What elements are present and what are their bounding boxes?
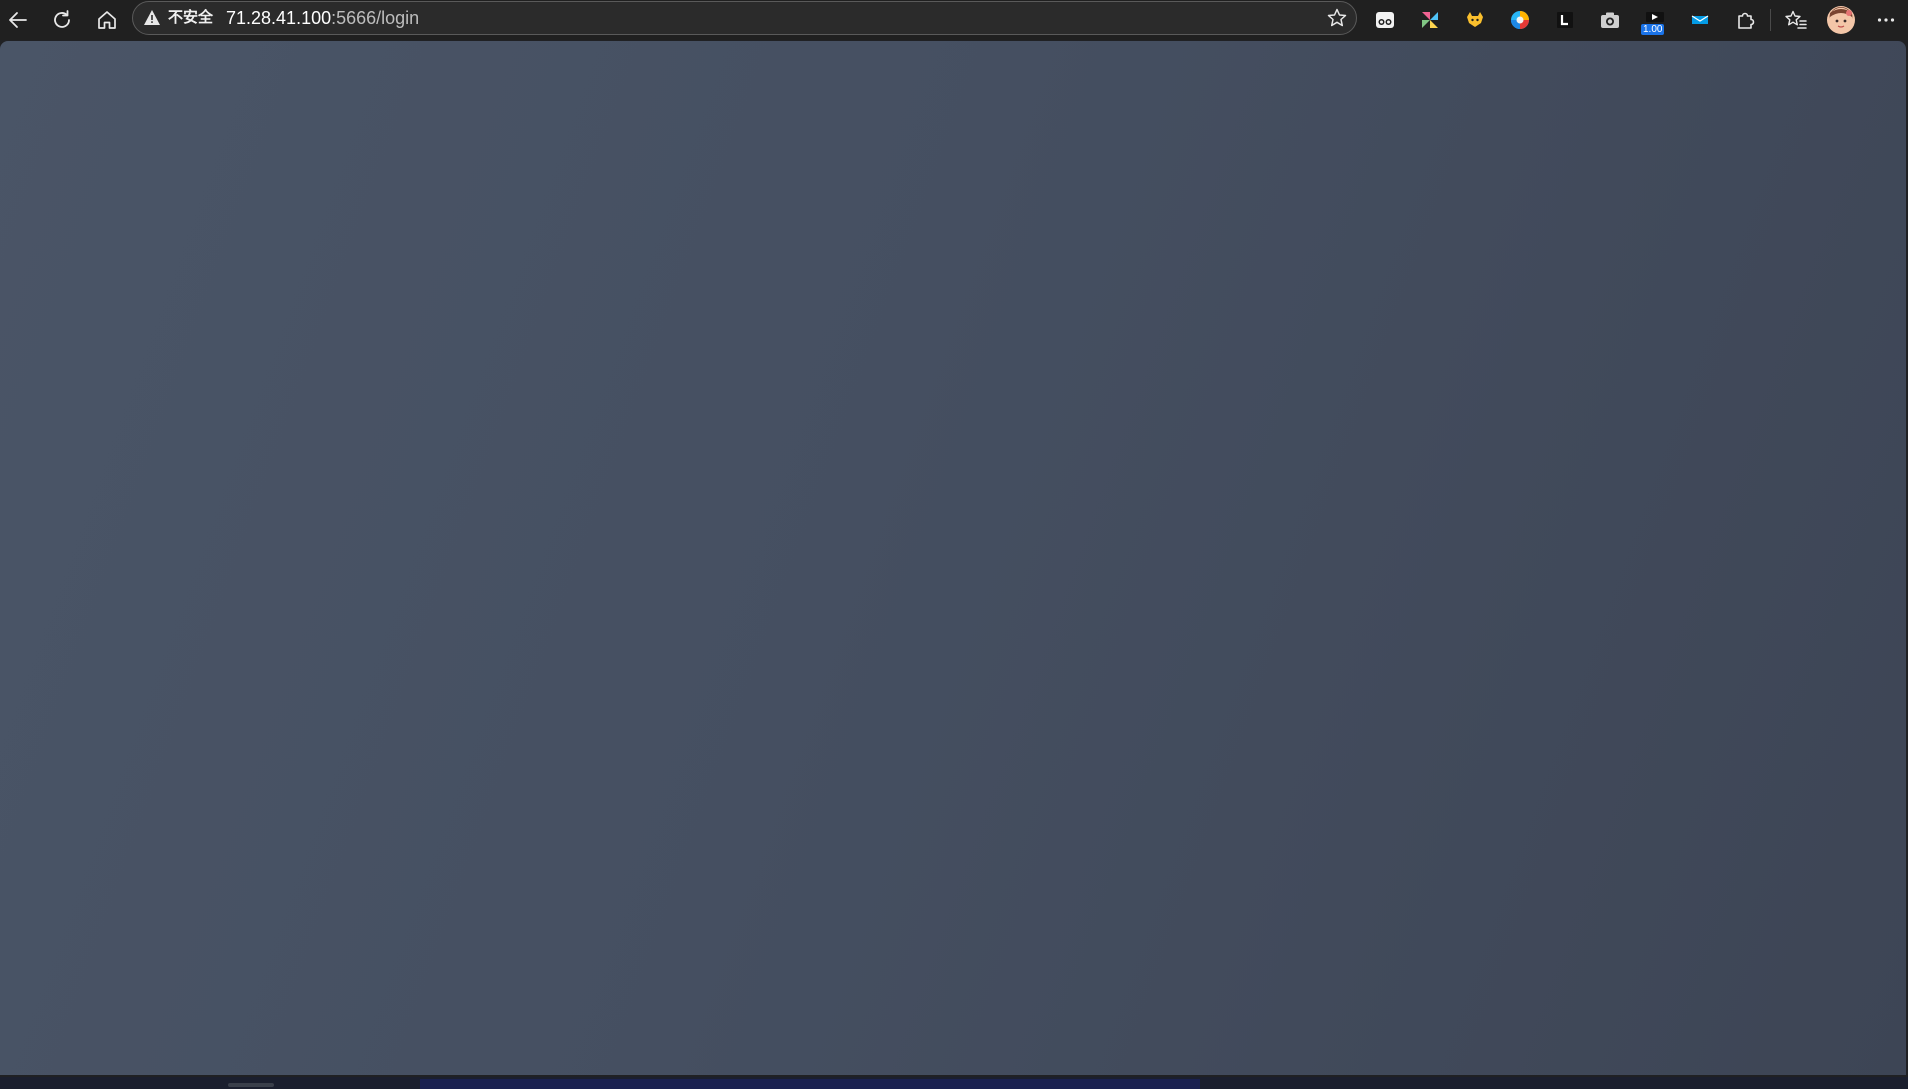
yellow-fox-icon <box>1467 12 1483 27</box>
extension-fox[interactable] <box>1457 2 1493 38</box>
more-options-icon <box>1877 18 1895 22</box>
favorites-list-icon <box>1785 10 1807 29</box>
profile-button[interactable] <box>1823 2 1859 38</box>
home-button[interactable] <box>89 2 125 38</box>
address-bar[interactable]: 不安全 71.28.41.100:5666/login <box>132 1 1357 35</box>
os-taskbar <box>0 1077 1908 1089</box>
refresh-icon <box>54 10 70 28</box>
colorful-circle-icon <box>1511 11 1529 29</box>
back-arrow-icon <box>9 12 27 28</box>
camera-icon <box>1601 12 1619 28</box>
page-content <box>0 41 1906 1075</box>
url-path: :5666/login <box>331 8 420 28</box>
security-status-label[interactable]: 不安全 <box>168 9 213 27</box>
extension-pinwheel[interactable] <box>1412 2 1448 38</box>
url-host: 71.28.41.100 <box>226 8 332 28</box>
extension-speed[interactable]: 1.00 <box>1637 2 1673 38</box>
avatar <box>1827 6 1855 34</box>
extension-fish[interactable] <box>1682 2 1718 38</box>
pinwheel-icon <box>1422 12 1438 28</box>
extension-colorful[interactable] <box>1502 2 1538 38</box>
favorite-star-icon[interactable] <box>1326 7 1348 29</box>
url-text[interactable]: 71.28.41.100:5666/login <box>226 8 419 28</box>
reader-glasses-icon <box>1376 12 1394 28</box>
browser-toolbar: 不安全 71.28.41.100:5666/login 1.00 <box>0 0 1908 40</box>
taskbar-segment <box>420 1079 1200 1089</box>
blue-fish-icon <box>1691 15 1709 24</box>
speed-badge: 1.00 <box>1641 24 1665 35</box>
extension-reader[interactable] <box>1367 2 1403 38</box>
back-button[interactable] <box>0 2 36 38</box>
home-icon <box>98 11 116 29</box>
refresh-button[interactable] <box>44 2 80 38</box>
black-letter-l-icon <box>1557 12 1573 28</box>
taskbar-indicator <box>228 1083 274 1087</box>
warning-triangle-icon <box>144 10 160 25</box>
extension-letter-l[interactable] <box>1547 2 1583 38</box>
favorites-button[interactable] <box>1778 2 1814 38</box>
extensions-puzzle-icon <box>1738 12 1755 29</box>
toolbar-divider <box>1770 9 1771 31</box>
settings-menu-button[interactable] <box>1868 2 1904 38</box>
extension-camera[interactable] <box>1592 2 1628 38</box>
extensions-button[interactable] <box>1727 2 1763 38</box>
